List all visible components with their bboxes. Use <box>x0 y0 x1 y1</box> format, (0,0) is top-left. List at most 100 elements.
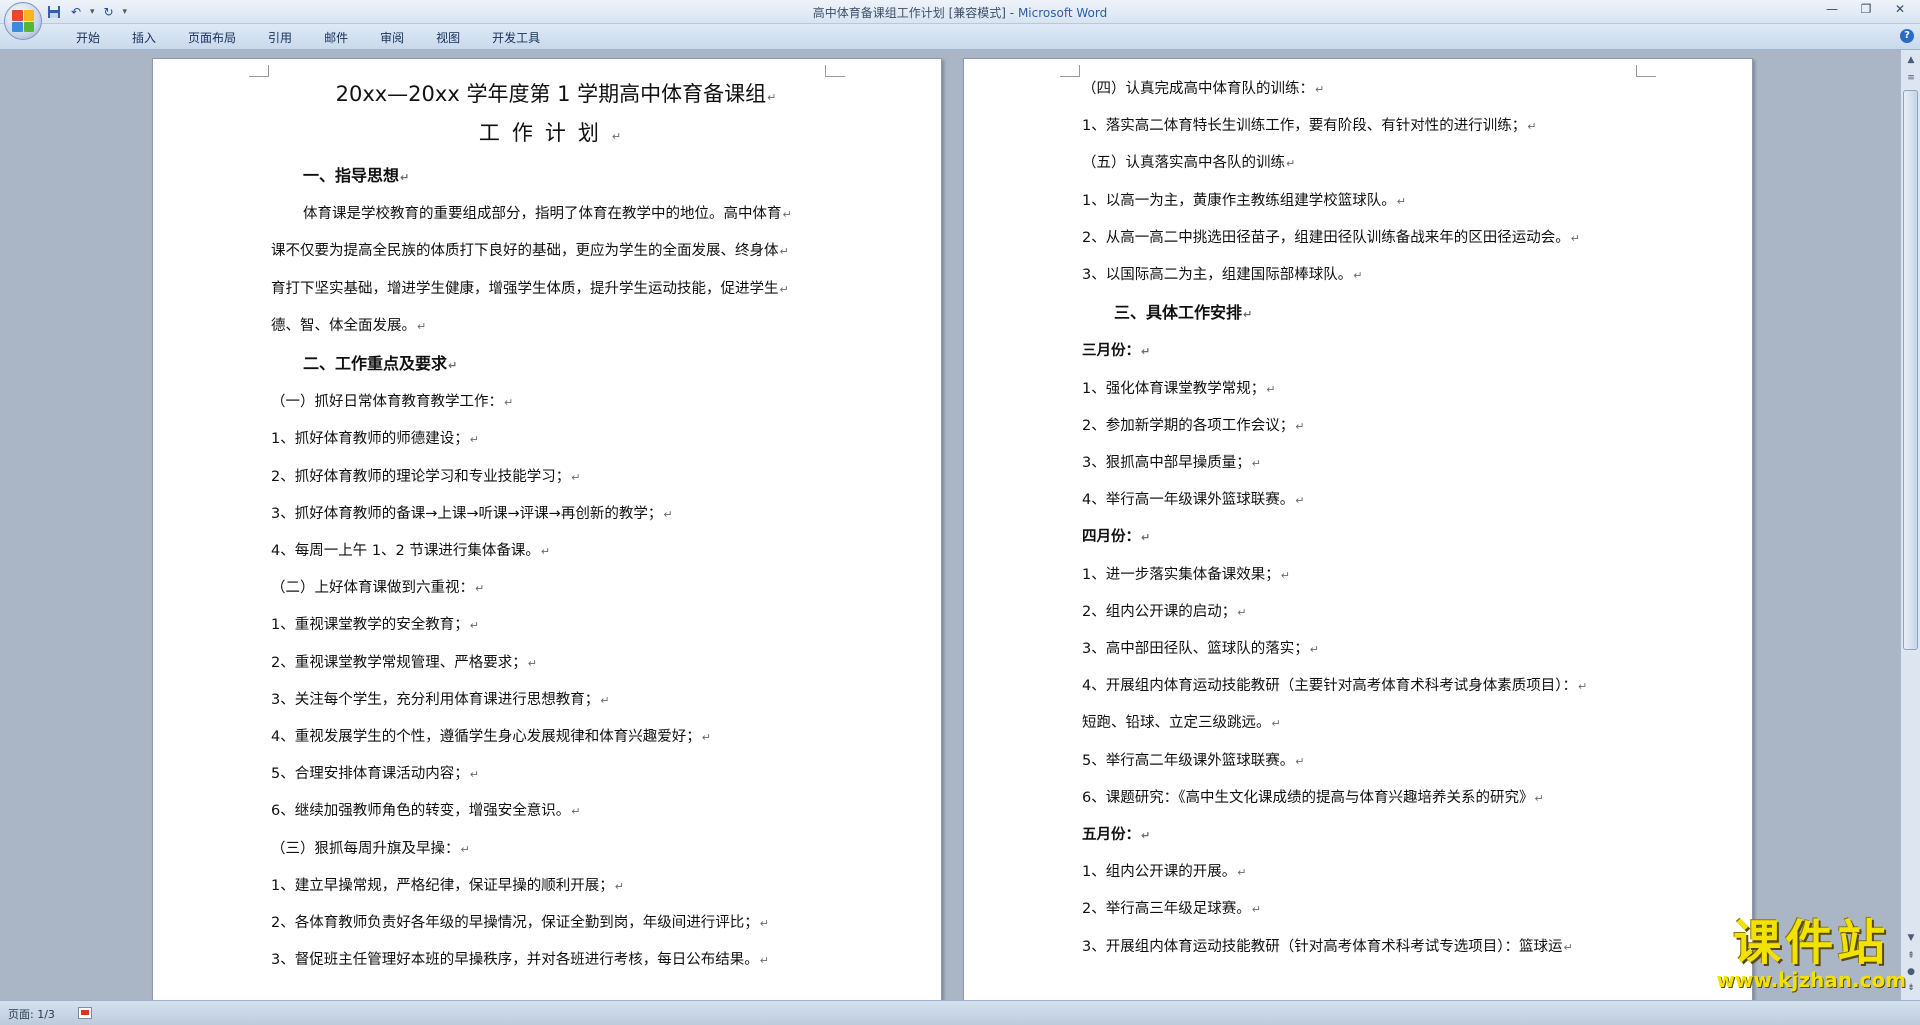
text-line: 4、开展组内体育运动技能教研（主要针对高考体育术科考试身体素质项目）：↵ <box>1082 668 1652 705</box>
text-line: 3、狠抓高中部早操质量；↵ <box>1082 445 1652 482</box>
line-text: 2、从高一高二中挑选田径苗子，组建田径队训练备战来年的区田径运动会。 <box>1082 229 1570 246</box>
line-text: 1、抓好体育教师的师德建设； <box>271 431 469 448</box>
line-text: 一、指导思想 <box>303 166 400 185</box>
text-line: 2、抓好体育教师的理论学习和专业技能学习；↵ <box>271 459 841 496</box>
paragraph-mark: ↵ <box>779 245 789 259</box>
document-workspace[interactable]: 20xx—20xx 学年度第 1 学期高中体育备课组↵ 工作计划↵ 一、指导思想… <box>0 50 1900 1000</box>
paragraph-mark: ↵ <box>1309 643 1319 657</box>
line-text: 二、工作重点及要求 <box>303 354 448 374</box>
line-text: 6、课题研究：《高中生文化课成绩的提高与体育兴趣培养关系的研究》 <box>1082 789 1534 806</box>
paragraph-mark: ↵ <box>1271 717 1281 731</box>
tab-developer[interactable]: 开发工具 <box>476 29 556 47</box>
minimize-icon[interactable]: — <box>1824 2 1840 16</box>
text-line: （四）认真完成高中体育队的训练：↵ <box>1082 71 1652 108</box>
scroll-up-icon[interactable]: ▲ <box>1903 52 1919 68</box>
tab-page-layout[interactable]: 页面布局 <box>172 29 252 47</box>
scrollbar-thumb[interactable] <box>1903 90 1918 650</box>
paragraph-mark: ↵ <box>469 433 479 447</box>
line-text: 2、参加新学期的各项工作会议； <box>1082 417 1295 434</box>
line-text: 2、抓好体育教师的理论学习和专业技能学习； <box>271 468 571 485</box>
paragraph-mark: ↵ <box>614 879 624 893</box>
line-text: 1、建立早操常规，严格纪律，保证早操的顺利开展； <box>271 877 614 894</box>
line-text: 1、组内公开课的开展。 <box>1082 864 1237 881</box>
tab-view[interactable]: 视图 <box>420 29 476 47</box>
paragraph-mark: ↵ <box>663 507 673 521</box>
text-line: 3、以国际高二为主，组建国际部棒球队。↵ <box>1082 257 1652 294</box>
paragraph-mark: ↵ <box>417 319 427 333</box>
text-line: 1、以高一为主，黄康作主教练组建学校篮球队。↵ <box>1082 183 1652 220</box>
page-1-content[interactable]: 20xx—20xx 学年度第 1 学期高中体育备课组↵ 工作计划↵ 一、指导思想… <box>271 77 841 979</box>
line-text: 课不仅要为提高全民族的体质打下良好的基础，更应为学生的全面发展、终身体 <box>271 243 779 260</box>
text-line: 3、督促班主任管理好本班的早操秩序，并对各班进行考核，每日公布结果。↵ <box>271 942 841 979</box>
line-text: 5、合理安排体育课活动内容； <box>271 766 469 783</box>
line-text: 四月份： <box>1082 529 1140 546</box>
paragraph-mark: ↵ <box>571 805 581 819</box>
line-text: 4、开展组内体育运动技能教研（主要针对高考体育术科考试身体素质项目）： <box>1082 678 1577 695</box>
office-button[interactable] <box>4 2 42 40</box>
text-line: 1、强化体育课堂教学常规；↵ <box>1082 371 1652 408</box>
window-title: 高中体育备课组工作计划 [兼容模式] - Microsoft Word <box>0 4 1920 21</box>
text-line: 3、关注每个学生，充分利用体育课进行思想教育；↵ <box>271 682 841 719</box>
tab-mailings[interactable]: 邮件 <box>308 29 364 47</box>
title-bar: ↶ ▾ ↻ ▾ 高中体育备课组工作计划 [兼容模式] - Microsoft W… <box>0 0 1920 40</box>
text-line: （三）狠抓每周升旗及早操：↵ <box>271 831 841 868</box>
line-text: （二）上好体育课做到六重视： <box>271 580 474 597</box>
restore-icon[interactable]: ❐ <box>1858 2 1874 16</box>
tab-review[interactable]: 审阅 <box>364 29 420 47</box>
tab-home[interactable]: 开始 <box>60 29 116 47</box>
section-heading: 三、具体工作安排↵ <box>1082 294 1652 333</box>
text-line: 2、各体育教师负责好各年级的早操情况，保证全勤到岗，年级间进行评比；↵ <box>271 905 841 942</box>
ribbon-tabs: 开始 插入 页面布局 引用 邮件 审阅 视图 开发工具 <box>60 29 556 47</box>
line-text: 3、开展组内体育运动技能教研（针对高考体育术科考试专选项目）：篮球运 <box>1082 938 1563 955</box>
line-text: 三、具体工作安排 <box>1114 303 1243 323</box>
status-bar: 页面: 1/3 <box>0 1000 1920 1025</box>
paragraph-mark: ↵ <box>1295 494 1305 508</box>
crop-mark <box>825 65 845 77</box>
paragraph-mark: ↵ <box>1237 866 1247 880</box>
paragraph-mark: ↵ <box>400 171 410 184</box>
page-count-status[interactable]: 页面: 1/3 <box>8 1006 55 1022</box>
office-logo-icon <box>12 10 34 32</box>
help-icon[interactable]: ? <box>1900 29 1914 43</box>
title-separator: - <box>1005 6 1018 20</box>
paragraph-mark: ↵ <box>1141 345 1151 359</box>
tab-insert[interactable]: 插入 <box>116 29 172 47</box>
page-2-content[interactable]: （四）认真完成高中体育队的训练：↵ 1、落实高二体育特长生训练工作，要有阶段、有针… <box>1082 71 1652 966</box>
section-heading: 二、工作重点及要求↵ <box>271 345 841 384</box>
text-line: 2、举行高三年级足球赛。↵ <box>1082 891 1652 928</box>
document-title: 高中体育备课组工作计划 [兼容模式] <box>812 6 1006 20</box>
line-text: 5、举行高二年级课外篮球联赛。 <box>1082 752 1295 769</box>
text-line: 体育课是学校教育的重要组成部分，指明了体育在教学中的地位。高中体育↵ <box>271 196 841 233</box>
paragraph-mark: ↵ <box>1141 531 1151 545</box>
text-line: 1、重视课堂教学的安全教育；↵ <box>271 607 841 644</box>
document-subheading: 工作计划↵ <box>271 115 841 155</box>
text-line: 5、合理安排体育课活动内容；↵ <box>271 756 841 793</box>
paragraph-mark: ↵ <box>701 731 711 745</box>
line-text: 4、举行高一年级课外篮球联赛。 <box>1082 492 1295 509</box>
proofing-status-icon[interactable] <box>78 1007 92 1019</box>
kjzhan-watermark: 课件站 www.kjzhan.com <box>1716 918 1906 992</box>
line-text: 4、重视发展学生的个性，遵循学生身心发展规律和体育兴趣爱好； <box>271 729 701 746</box>
close-icon[interactable]: ✕ <box>1892 2 1908 16</box>
line-text: （三）狠抓每周升旗及早操： <box>271 840 460 857</box>
paragraph-mark: ↵ <box>1266 382 1276 396</box>
text-line: 五月份：↵ <box>1082 817 1652 854</box>
text-line: 1、抓好体育教师的师德建设；↵ <box>271 421 841 458</box>
text-line: （五）认真落实高中各队的训练↵ <box>1082 145 1652 182</box>
line-text: 3、关注每个学生，充分利用体育课进行思想教育； <box>271 691 600 708</box>
document-page-1[interactable]: 20xx—20xx 学年度第 1 学期高中体育备课组↵ 工作计划↵ 一、指导思想… <box>152 58 942 1000</box>
page-1-lines: 一、指导思想↵ 体育课是学校教育的重要组成部分，指明了体育在教学中的地位。高中体育… <box>271 157 841 979</box>
document-page-2[interactable]: （四）认真完成高中体育队的训练：↵ 1、落实高二体育特长生训练工作，要有阶段、有针… <box>963 58 1753 1000</box>
line-text: 3、高中部田径队、篮球队的落实； <box>1082 641 1309 658</box>
ruler-toggle-icon[interactable]: ≡ <box>1903 70 1919 86</box>
paragraph-mark: ↵ <box>1295 754 1305 768</box>
line-text: 体育课是学校教育的重要组成部分，指明了体育在教学中的地位。高中体育 <box>303 206 782 223</box>
paragraph-mark: ↵ <box>1527 120 1537 134</box>
tab-references[interactable]: 引用 <box>252 29 308 47</box>
vertical-scrollbar[interactable]: ▲ ≡ ▼ ⇞ ● ⇟ <box>1900 50 1920 1000</box>
document-heading: 20xx—20xx 学年度第 1 学期高中体育备课组↵ <box>271 77 841 115</box>
text-line: 2、组内公开课的启动；↵ <box>1082 594 1652 631</box>
line-text: 2、重视课堂教学常规管理、严格要求； <box>271 654 527 671</box>
paragraph-mark: ↵ <box>1141 829 1151 843</box>
paragraph-mark: ↵ <box>1251 903 1261 917</box>
